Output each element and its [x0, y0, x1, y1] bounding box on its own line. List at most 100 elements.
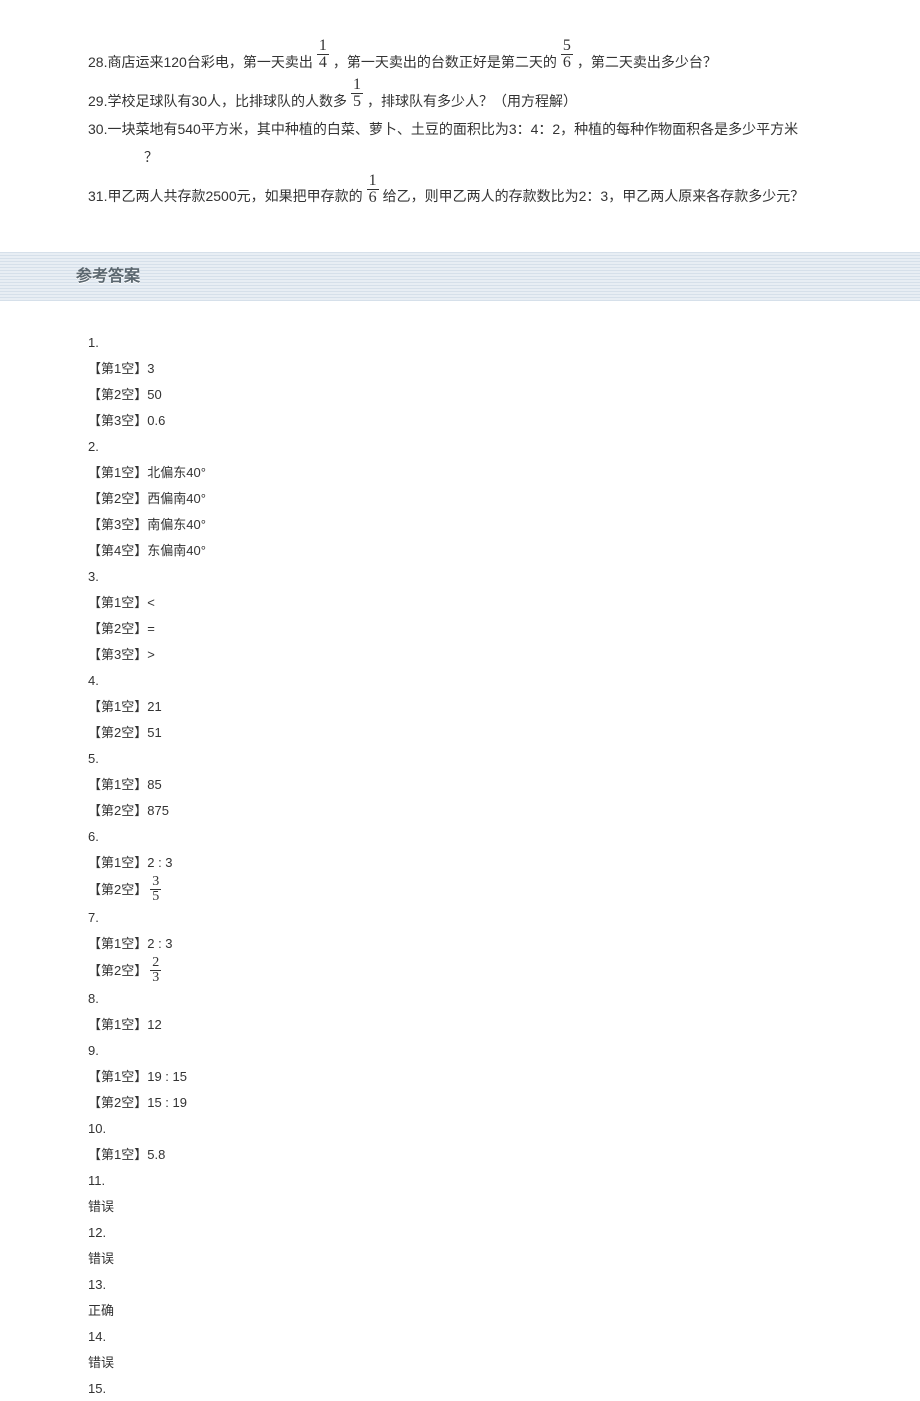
answer-blank: 【第2空】51 [88, 719, 920, 745]
question-30: 30. 一块菜地有540平方米，其中种植的白菜、萝卜、土豆的面积比为3：4：2，… [88, 118, 864, 140]
answer-number: 10. [88, 1115, 920, 1141]
answer-number: 7. [88, 904, 920, 930]
blank-value: 0.6 [147, 408, 165, 433]
questions-block: 28. 商店运来120台彩电，第一天卖出 14 ，第一天卖出的台数正好是第二天的… [0, 0, 920, 234]
blank-label: 【第2空】 [88, 798, 147, 823]
answer-blank: 【第1空】北偏东40° [88, 459, 920, 485]
answer-blank: 【第1空】2 : 3 [88, 930, 920, 956]
blank-label: 【第1空】 [88, 1012, 147, 1037]
answer-number: 5. [88, 745, 920, 771]
answer-number: 4. [88, 667, 920, 693]
blank-value: = [147, 616, 155, 641]
answers-header: 参考答案 [0, 252, 920, 302]
judge-value: 错误 [88, 1193, 920, 1219]
answer-blank: 【第3空】0.6 [88, 407, 920, 433]
answer-blank: 【第3空】> [88, 641, 920, 667]
answer-blank: 【第2空】23 [88, 956, 920, 985]
q-text: 学校足球队有30人，比排球队的人数多 [107, 90, 347, 112]
answer-blank: 【第1空】3 [88, 355, 920, 381]
answer-number: 15. [88, 1375, 920, 1401]
answer-number: 14. [88, 1323, 920, 1349]
fraction-icon: 23 [150, 956, 161, 985]
answer-blank: 【第2空】35 [88, 875, 920, 904]
q-text: ，第二天卖出多少台？ [577, 51, 717, 73]
blank-value: 东偏南40° [147, 538, 206, 563]
blank-label: 【第2空】 [88, 1090, 147, 1115]
judge-value: 错误 [88, 1349, 920, 1375]
answers-block: 1.【第1空】3【第2空】50【第3空】0.62.【第1空】北偏东40°【第2空… [0, 329, 920, 1401]
blank-label: 【第1空】 [88, 931, 147, 956]
q-number: 31. [88, 185, 107, 207]
blank-value: 西偏南40° [147, 486, 206, 511]
question-28: 28. 商店运来120台彩电，第一天卖出 14 ，第一天卖出的台数正好是第二天的… [88, 40, 864, 73]
blank-value: 875 [147, 798, 169, 823]
q-text: 一块菜地有540平方米，其中种植的白菜、萝卜、土豆的面积比为3：4：2，种植的每… [107, 118, 798, 140]
answer-number: 11. [88, 1167, 920, 1193]
answer-number: 8. [88, 985, 920, 1011]
blank-value: 19 : 15 [147, 1064, 187, 1089]
blank-label: 【第3空】 [88, 512, 147, 537]
answer-blank: 【第4空】东偏南40° [88, 537, 920, 563]
judge-value: 正确 [88, 1297, 920, 1323]
answer-number: 2. [88, 433, 920, 459]
answers-title: 参考答案 [0, 264, 920, 290]
blank-value: 南偏东40° [147, 512, 206, 537]
answer-number: 13. [88, 1271, 920, 1297]
judge-value: 错误 [88, 1245, 920, 1271]
answer-blank: 【第1空】21 [88, 693, 920, 719]
answer-blank: 【第2空】875 [88, 797, 920, 823]
answer-blank: 【第1空】12 [88, 1011, 920, 1037]
blank-value: 3 [147, 356, 154, 381]
blank-label: 【第3空】 [88, 642, 147, 667]
q-text: 给乙，则甲乙两人的存款数比为2：3，甲乙两人原来各存款多少元？ [383, 185, 805, 207]
answer-number: 6. [88, 823, 920, 849]
fraction-icon: 15 [351, 77, 363, 110]
blank-label: 【第2空】 [88, 486, 147, 511]
answer-blank: 【第2空】= [88, 615, 920, 641]
blank-label: 【第1空】 [88, 772, 147, 797]
blank-label: 【第4空】 [88, 538, 147, 563]
blank-label: 【第1空】 [88, 1142, 147, 1167]
question-31: 31. 甲乙两人共存款2500元，如果把甲存款的 16 给乙，则甲乙两人的存款数… [88, 175, 864, 208]
answer-blank: 【第1空】2 : 3 [88, 849, 920, 875]
blank-label: 【第1空】 [88, 1064, 147, 1089]
blank-label: 【第3空】 [88, 408, 147, 433]
q-number: 28. [88, 51, 107, 73]
fraction-icon: 56 [561, 38, 573, 71]
answer-blank: 【第1空】19 : 15 [88, 1063, 920, 1089]
blank-value: 2 : 3 [147, 931, 172, 956]
q-number: 30. [88, 118, 107, 140]
q-text: 甲乙两人共存款2500元，如果把甲存款的 [107, 185, 362, 207]
blank-value: 51 [147, 720, 161, 745]
answer-blank: 【第2空】50 [88, 381, 920, 407]
answer-blank: 【第3空】南偏东40° [88, 511, 920, 537]
blank-value: < [147, 590, 155, 615]
answer-blank: 【第1空】85 [88, 771, 920, 797]
blank-label: 【第1空】 [88, 850, 147, 875]
blank-value: 15 : 19 [147, 1090, 187, 1115]
blank-value: 50 [147, 382, 161, 407]
answer-blank: 【第1空】< [88, 589, 920, 615]
fraction-icon: 16 [367, 173, 379, 206]
answer-blank: 【第1空】5.8 [88, 1141, 920, 1167]
blank-label: 【第2空】 [88, 958, 147, 983]
blank-label: 【第1空】 [88, 356, 147, 381]
blank-value: 5.8 [147, 1142, 165, 1167]
blank-label: 【第2空】 [88, 382, 147, 407]
blank-label: 【第1空】 [88, 590, 147, 615]
fraction-icon: 14 [317, 38, 329, 71]
answer-number: 1. [88, 329, 920, 355]
question-30-cont: ？ [88, 146, 864, 168]
blank-value: 2 : 3 [147, 850, 172, 875]
answer-blank: 【第2空】西偏南40° [88, 485, 920, 511]
q-text: 商店运来120台彩电，第一天卖出 [107, 51, 312, 73]
blank-label: 【第2空】 [88, 720, 147, 745]
blank-label: 【第2空】 [88, 877, 147, 902]
answer-blank: 【第2空】15 : 19 [88, 1089, 920, 1115]
blank-label: 【第2空】 [88, 616, 147, 641]
blank-label: 【第1空】 [88, 694, 147, 719]
q-text: ，第一天卖出的台数正好是第二天的 [333, 51, 557, 73]
answer-number: 12. [88, 1219, 920, 1245]
blank-value: > [147, 642, 155, 667]
blank-value: 21 [147, 694, 161, 719]
